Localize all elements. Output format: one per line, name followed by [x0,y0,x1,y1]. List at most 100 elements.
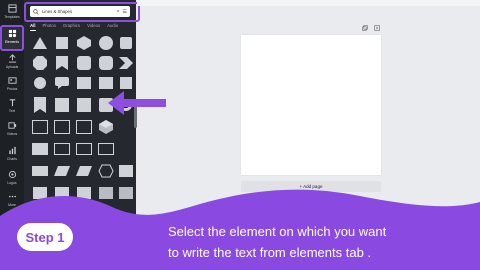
rail-item-charts[interactable]: Charts [1,144,23,166]
shape-item[interactable] [74,162,93,179]
shape-item[interactable] [74,74,93,91]
badge-shape [119,36,132,49]
shape-item[interactable] [96,140,115,157]
caption-line-2: to write the text from elements tab . [168,245,372,260]
step-badge: Step 1 [17,223,73,251]
rail-item-uploads[interactable]: Uploads [1,52,23,74]
shape-item[interactable] [52,74,71,91]
rail-label-photos: Photos [6,87,18,91]
shape-item[interactable] [116,162,135,179]
rail-label-videos: Videos [6,132,18,136]
shape-item[interactable] [30,162,49,179]
duplicate-page-icon[interactable] [362,25,368,31]
rail-label-uploads: Uploads [5,65,19,69]
shape-item[interactable] [96,34,115,51]
ticket-shape [31,142,48,155]
templates-icon [7,4,17,13]
logos-icon [8,170,16,179]
tutorial-caption: Select the element on which you want to … [168,221,478,263]
shape-item[interactable] [30,184,49,201]
photos-icon [7,77,17,84]
shape-item[interactable] [30,96,49,113]
rail-label-charts: Charts [7,157,17,161]
editor-topbar [137,0,480,6]
elements-highlight [0,25,24,51]
more-icon [8,195,16,198]
shape-item[interactable] [30,140,49,157]
rectangle-shape [118,164,133,177]
shape-item[interactable] [96,184,115,201]
tab-graphics[interactable]: Graphics [63,23,80,28]
square-shape [76,97,91,112]
shape-item[interactable] [30,54,49,71]
shape-item[interactable] [52,118,71,135]
shape-item[interactable] [52,34,71,51]
square-shape [119,76,132,89]
rail-label-more: More [8,203,16,207]
videos-icon [7,122,16,129]
rail-item-photos[interactable]: Photos [1,74,23,96]
cube-shape [98,186,113,199]
tab-photos[interactable]: Photos [43,23,56,28]
parallelogram-shape [53,165,70,176]
text-icon [9,99,15,107]
circle-shape [98,35,113,50]
shape-item[interactable] [30,118,49,135]
shape-item[interactable] [52,54,71,71]
rail-item-more[interactable]: More [1,190,23,212]
frame-shape [53,142,70,155]
tab-all[interactable]: All [30,23,36,28]
shape-item[interactable] [52,162,71,179]
speech-shape [54,76,69,89]
rail-item-logos[interactable]: Logos [1,168,23,190]
add-page-button[interactable]: + Add page [241,181,381,192]
shape-item[interactable] [96,118,115,135]
pointer-arrow [108,91,166,115]
scalloped-shape [76,55,91,70]
shape-item[interactable] [74,34,93,51]
shape-item[interactable] [96,74,115,91]
shape-item[interactable] [30,74,49,91]
square-shape [55,36,68,49]
banner-shape [76,76,91,89]
tab-underline [30,30,36,31]
tab-videos[interactable]: Videos [87,23,100,28]
frame-shape [53,119,70,134]
shape-item[interactable] [116,34,135,51]
shape-item[interactable] [52,96,71,113]
frame-shape [97,142,114,155]
shape-item[interactable] [52,184,71,201]
shape-item[interactable] [74,140,93,157]
shape-item[interactable] [74,184,93,201]
shape-item[interactable] [30,34,49,51]
shape-item[interactable] [116,74,135,91]
circle-shape [33,76,46,89]
cube-shape [118,186,133,199]
shape-item[interactable] [116,54,135,71]
rail-item-videos[interactable]: Videos [1,119,23,141]
upload-icon [8,54,16,63]
frame-shape [75,119,92,134]
shape-item[interactable] [96,54,115,71]
rail-label-logos: Logos [7,181,17,185]
rectangle-shape [76,186,91,199]
frame-shape [31,119,48,134]
parallelogram-shape [75,165,92,176]
add-page-icon[interactable] [374,25,380,31]
triangle-shape [32,36,47,49]
shape-item[interactable] [96,162,115,179]
tab-audio[interactable]: Audio [107,23,118,28]
shape-item[interactable] [74,54,93,71]
square-shape [54,97,69,112]
design-page[interactable] [241,35,381,175]
cube-shape [98,119,113,134]
shape-item[interactable] [74,118,93,135]
shape-item[interactable] [116,184,135,201]
rounded-square-shape [98,55,113,70]
shape-item[interactable] [74,96,93,113]
hexagon-shape [76,35,91,50]
rail-label-templates: Templates [4,15,20,19]
rail-item-templates[interactable]: Templates [1,2,23,24]
rail-item-text[interactable]: Text [1,96,23,118]
shape-item[interactable] [52,140,71,157]
